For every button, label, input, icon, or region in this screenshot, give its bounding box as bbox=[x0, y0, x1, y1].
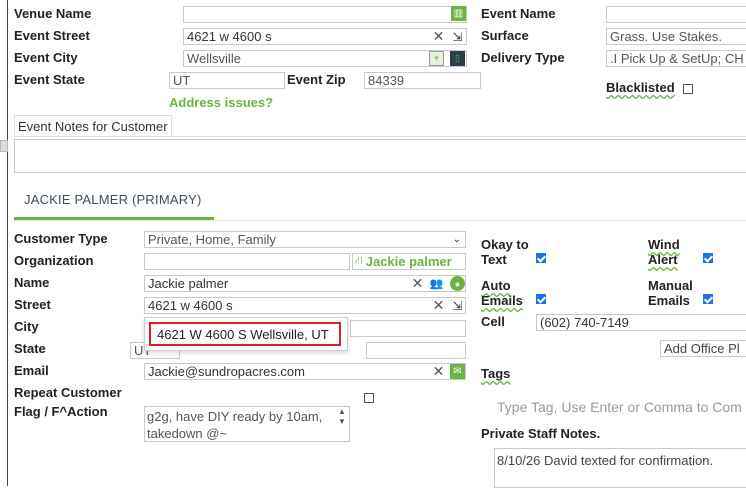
event-city-input[interactable]: Wellsville bbox=[183, 50, 467, 67]
venue-name-input[interactable] bbox=[183, 6, 467, 23]
event-name-label: Event Name bbox=[481, 6, 556, 21]
clear-email-icon[interactable]: ✕ bbox=[431, 363, 446, 379]
left-border bbox=[7, 0, 8, 486]
email-label: Email bbox=[14, 363, 49, 378]
manual-emails-line1: Manual bbox=[648, 278, 693, 293]
email-icon[interactable]: ✉ bbox=[450, 364, 465, 379]
wind-alert-line1: Wind bbox=[648, 237, 680, 252]
blacklisted-checkbox[interactable] bbox=[683, 84, 693, 94]
surface-input[interactable]: Grass. Use Stakes. bbox=[606, 28, 746, 45]
organization-link-box[interactable]: ⛙ Jackie palmer bbox=[352, 253, 466, 270]
event-zip-label: Event Zip bbox=[287, 72, 346, 87]
customer-type-select[interactable]: Private, Home, Family ⌄ bbox=[144, 231, 466, 248]
address-suggestion-dropdown: 4621 W 4600 S Wellsville, UT bbox=[144, 317, 348, 351]
users-icon[interactable]: 👥 bbox=[429, 276, 444, 291]
repeat-customer-label: Repeat Customer bbox=[14, 385, 122, 400]
manual-emails-line2: Emails bbox=[648, 293, 690, 308]
city-label: City bbox=[14, 319, 39, 334]
surface-label: Surface bbox=[481, 28, 529, 43]
street-label: Street bbox=[14, 297, 51, 312]
private-staff-notes-label: Private Staff Notes. bbox=[481, 426, 601, 441]
event-state-label: Event State bbox=[14, 72, 85, 87]
private-staff-notes-textarea[interactable]: 8/10/26 David texted for confirmation. bbox=[494, 448, 746, 488]
org-tree-icon: ⛙ bbox=[355, 254, 363, 267]
phone-icon[interactable]: ▯ bbox=[450, 51, 465, 66]
notes-tab-divider bbox=[14, 136, 746, 137]
flag-action-textarea[interactable]: g2g, have DIY ready by 10am, takedown @~ bbox=[144, 406, 350, 442]
wind-alert-checkbox[interactable] bbox=[703, 253, 713, 263]
clear-street-icon[interactable]: ✕ bbox=[431, 297, 446, 313]
tags-label: Tags bbox=[481, 366, 511, 381]
wind-alert-line2: Alert bbox=[648, 252, 678, 267]
delivery-type-label: Delivery Type bbox=[481, 50, 565, 65]
organization-link[interactable]: Jackie palmer bbox=[366, 254, 452, 269]
event-street-label: Event Street bbox=[14, 28, 90, 43]
event-street-input[interactable]: 4621 w 4600 s bbox=[183, 28, 467, 45]
textarea-scroll-arrows-icon[interactable]: ▲ ▼ bbox=[336, 407, 348, 427]
organization-input[interactable] bbox=[144, 253, 350, 270]
event-name-input[interactable] bbox=[606, 6, 746, 23]
okay-to-text-checkbox[interactable] bbox=[536, 253, 546, 263]
left-scroll-nub[interactable] bbox=[0, 140, 8, 152]
event-notes-textarea[interactable] bbox=[14, 139, 746, 173]
clear-icon[interactable]: ✕ bbox=[431, 28, 446, 44]
tab-divider bbox=[14, 220, 746, 221]
okay-to-text-line1: Okay to bbox=[481, 237, 529, 252]
email-input[interactable]: Jackie@sundropacres.com bbox=[144, 363, 466, 380]
address-suggestion-item[interactable]: 4621 W 4600 S Wellsville, UT bbox=[149, 322, 341, 346]
map-icon[interactable]: ⌖ bbox=[429, 51, 444, 66]
copy-address-icon[interactable]: ⇲ bbox=[450, 29, 465, 44]
copy-street-icon[interactable]: ⇲ bbox=[450, 298, 465, 313]
delivery-type-select[interactable]: .I Pick Up & SetUp; CH bbox=[606, 50, 746, 67]
tags-input[interactable]: Type Tag, Use Enter or Comma to Com bbox=[497, 399, 742, 415]
organization-label: Organization bbox=[14, 253, 94, 268]
wind-alert-label: Wind Alert bbox=[648, 237, 680, 267]
address-issues-link[interactable]: Address issues? bbox=[169, 95, 273, 110]
street-input[interactable]: 4621 w 4600 s bbox=[144, 297, 466, 314]
auto-emails-label: Auto Emails bbox=[481, 278, 523, 308]
customer-type-value: Private, Home, Family bbox=[148, 232, 276, 247]
add-office-phone-button[interactable]: Add Office Pl bbox=[660, 340, 746, 357]
chat-icon[interactable]: ● bbox=[450, 276, 465, 291]
zip-input[interactable] bbox=[366, 342, 466, 359]
auto-emails-line1: Auto bbox=[481, 278, 511, 293]
flag-action-label: Flag / F^Action bbox=[14, 404, 108, 419]
repeat-customer-checkbox[interactable] bbox=[364, 393, 374, 403]
city-input[interactable] bbox=[350, 320, 466, 337]
tab-customer-primary[interactable]: JACKIE PALMER (PRIMARY) bbox=[24, 192, 202, 207]
tab-event-notes[interactable]: Event Notes for Customer bbox=[14, 115, 172, 137]
event-city-label: Event City bbox=[14, 50, 78, 65]
okay-to-text-label: Okay to Text bbox=[481, 237, 529, 267]
auto-emails-line2: Emails bbox=[481, 293, 523, 308]
auto-emails-checkbox[interactable] bbox=[536, 294, 546, 304]
chevron-down-icon: ⌄ bbox=[452, 234, 461, 245]
manual-emails-checkbox[interactable] bbox=[703, 294, 713, 304]
state-label: State bbox=[14, 341, 46, 356]
venue-name-label: Venue Name bbox=[14, 6, 92, 21]
cell-label: Cell bbox=[481, 314, 505, 329]
clear-name-icon[interactable]: ✕ bbox=[410, 275, 425, 291]
blacklisted-label: Blacklisted bbox=[606, 80, 675, 95]
building-icon[interactable]: ▥ bbox=[451, 6, 466, 21]
event-state-input[interactable]: UT bbox=[169, 72, 285, 89]
okay-to-text-line2: Text bbox=[481, 252, 507, 267]
manual-emails-label: Manual Emails bbox=[648, 278, 693, 308]
cell-input[interactable]: (602) 740-7149 bbox=[536, 314, 746, 331]
event-zip-input[interactable]: 84339 bbox=[364, 72, 481, 89]
name-label: Name bbox=[14, 275, 50, 290]
customer-type-label: Customer Type bbox=[14, 231, 108, 246]
